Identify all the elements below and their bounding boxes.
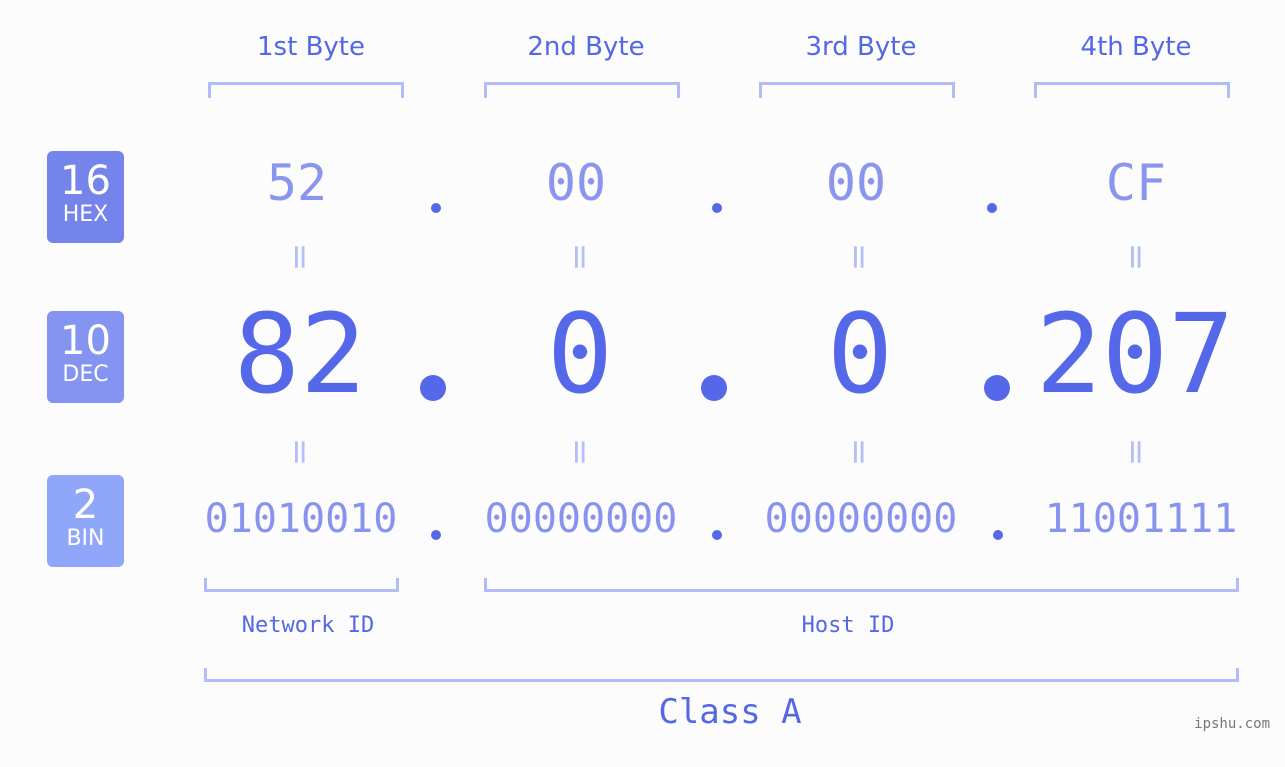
hex-separator-dot [431,203,441,213]
dec-badge-label: DEC [62,362,109,387]
hex-badge-label: HEX [62,202,109,227]
bin-byte-4: 11001111 [1044,496,1238,542]
dec-badge-base: 10 [60,318,111,364]
equals-icon: = [280,242,320,270]
hex-byte-4: CF [1105,154,1167,212]
equals-icon: = [1116,242,1156,270]
byte-bracket-3 [759,82,955,98]
equals-icon: = [1116,437,1156,465]
byte-bracket-2 [484,82,680,98]
bin-badge: 2 BIN [47,475,124,567]
hex-separator-dot [987,203,997,213]
byte-header-1: 1st Byte [257,32,365,62]
hex-byte-2: 00 [545,154,607,212]
equals-icon: = [839,242,879,270]
byte-header-4: 4th Byte [1080,32,1192,62]
hex-byte-3: 00 [825,154,887,212]
hex-badge-base: 16 [60,158,111,204]
host-id-label: Host ID [801,613,895,638]
dec-separator-dot [420,375,446,401]
dec-byte-1: 82 [233,290,367,418]
bin-byte-1: 01010010 [204,496,398,542]
watermark: ipshu.com [1194,716,1270,732]
dec-byte-3: 0 [826,290,894,418]
byte-bracket-4 [1034,82,1230,98]
bin-badge-base: 2 [72,482,99,528]
dec-separator-dot [701,375,727,401]
bin-byte-2: 00000000 [484,496,678,542]
equals-icon: = [560,437,600,465]
bin-byte-3: 00000000 [764,496,958,542]
class-bracket [204,668,1239,682]
byte-bracket-1 [208,82,404,98]
bin-separator-dot [993,530,1003,540]
host-id-bracket [484,578,1239,592]
dec-separator-dot [984,375,1010,401]
byte-header-2: 2nd Byte [527,32,645,62]
bin-badge-label: BIN [66,526,105,551]
equals-icon: = [560,242,600,270]
dec-byte-2: 0 [546,290,614,418]
dec-byte-4: 207 [1035,290,1235,418]
equals-icon: = [280,437,320,465]
bin-separator-dot [431,530,441,540]
network-id-bracket [204,578,399,592]
equals-icon: = [839,437,879,465]
hex-byte-1: 52 [266,154,328,212]
hex-separator-dot [712,203,722,213]
hex-badge: 16 HEX [47,151,124,243]
byte-header-3: 3rd Byte [805,32,917,62]
network-id-label: Network ID [241,613,375,638]
dec-badge: 10 DEC [47,311,124,403]
ip-class-label: Class A [658,692,802,732]
bin-separator-dot [712,530,722,540]
